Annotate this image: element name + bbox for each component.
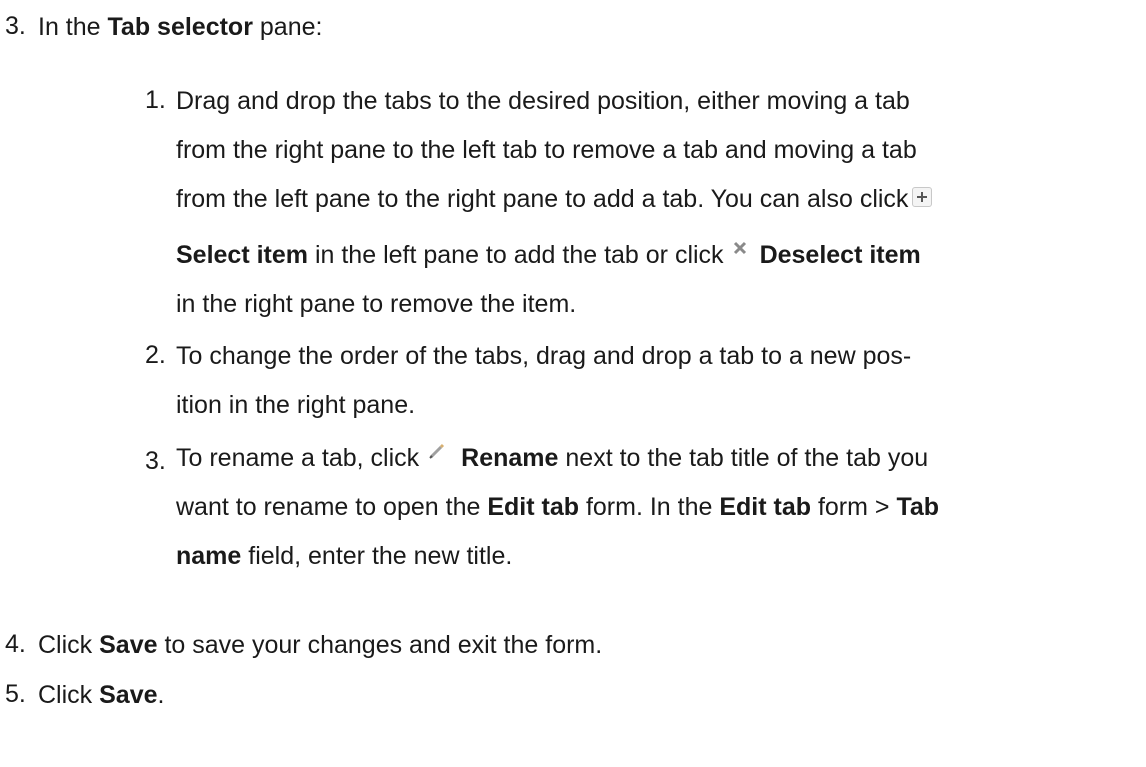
sub-step-2-line: ition in the right pane. (176, 391, 416, 419)
pencil-icon (427, 442, 445, 460)
step-4-text: Click Save to save your changes and exit… (38, 630, 602, 660)
text: next to the tab title of the tab you (558, 444, 929, 472)
sub-step-number: 3. (145, 447, 166, 475)
text: form > (811, 493, 897, 521)
step-3-text: In the Tab selector pane: (38, 12, 322, 42)
text: pane: (252, 13, 323, 41)
step-number: 4. (5, 630, 26, 658)
text: in the left pane to add the tab or click (308, 241, 724, 269)
sub-step-1-line: from the left pane to the right pane to … (176, 184, 933, 214)
sub-step-3-line: want to rename to open the Edit tab form… (176, 492, 939, 522)
sub-step-3-line: To rename a tab, click Rename next to the… (176, 443, 928, 473)
sub-step-1-line: from the right pane to the left tab to r… (176, 136, 917, 164)
tab-selector-label: Tab selector (107, 13, 253, 41)
close-icon (732, 240, 748, 256)
text: to save your changes and exit the form. (157, 631, 603, 659)
step-number: 5. (5, 680, 26, 708)
text: Click (38, 631, 100, 659)
edit-tab-label: Edit tab (719, 493, 812, 521)
text: form. In the (579, 493, 720, 521)
sub-step-1-line: Drag and drop the tabs to the desired po… (176, 87, 910, 115)
save-label: Save (99, 631, 158, 659)
sub-step-2-line: To change the order of the tabs, drag an… (176, 342, 912, 370)
select-item-label: Select item (176, 241, 309, 269)
step-5-text: Click Save. (38, 680, 164, 710)
text: field, enter the new title. (241, 542, 513, 570)
edit-tab-label: Edit tab (487, 493, 579, 521)
tab-label: Tab (896, 493, 940, 521)
text: Click (38, 681, 100, 709)
text: from the left pane to the right pane to … (176, 185, 909, 213)
sub-step-number: 2. (145, 341, 166, 369)
text: want to rename to open the (176, 493, 488, 521)
document-page: 3. In the Tab selector pane: 1. Drag and… (0, 0, 1146, 767)
step-number: 3. (5, 12, 26, 40)
sub-step-1-line: in the right pane to remove the item. (176, 290, 577, 318)
text: To rename a tab, click (176, 444, 420, 472)
sub-step-3-line: name field, enter the new title. (176, 541, 512, 571)
text: . (157, 681, 165, 709)
sub-step-number: 1. (145, 86, 166, 114)
sub-step-1-line: Select item in the left pane to add the … (176, 240, 921, 270)
text: In the (38, 13, 108, 41)
rename-label: Rename (461, 444, 559, 472)
deselect-item-label: Deselect item (759, 241, 921, 269)
name-label: name (176, 542, 242, 570)
plus-icon (912, 187, 933, 208)
save-label: Save (99, 681, 158, 709)
